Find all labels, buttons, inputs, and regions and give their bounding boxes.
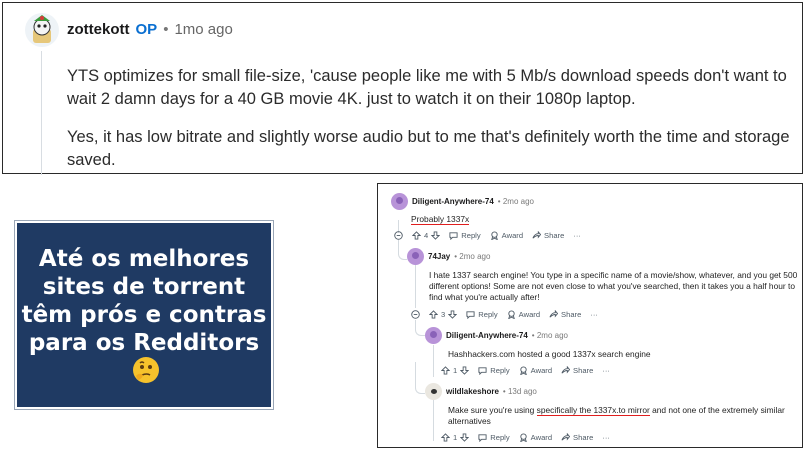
vote-count: 3 bbox=[441, 310, 446, 319]
downvote-icon[interactable] bbox=[460, 366, 470, 375]
vote-buttons[interactable]: 3 bbox=[429, 310, 458, 319]
reddit-thread-screenshot: Diligent-Anywhere-74 • 2mo ago Probably … bbox=[377, 183, 803, 448]
avatar[interactable] bbox=[425, 383, 442, 400]
share-icon bbox=[561, 366, 571, 374]
timestamp: • 2mo ago bbox=[531, 331, 568, 340]
collapse-button[interactable] bbox=[394, 231, 403, 240]
comment: Diligent-Anywhere-74 • 2mo ago bbox=[425, 327, 568, 344]
collapse-icon bbox=[394, 231, 403, 240]
avatar[interactable] bbox=[407, 248, 424, 265]
vote-buttons[interactable]: 1 bbox=[441, 433, 470, 442]
vote-buttons[interactable]: 1 bbox=[441, 366, 470, 375]
timestamp: • 2mo ago bbox=[454, 252, 491, 261]
upvote-icon[interactable] bbox=[429, 310, 438, 319]
award-icon bbox=[519, 366, 527, 375]
comment: wildlakeshore • 13d ago bbox=[425, 383, 537, 400]
collapse-icon bbox=[411, 310, 420, 319]
timestamp: • 13d ago bbox=[502, 387, 537, 396]
downvote-icon[interactable] bbox=[431, 231, 441, 240]
reply-button[interactable]: Reply bbox=[478, 366, 510, 375]
comment-paragraph: Yes, it has low bitrate and slightly wor… bbox=[67, 128, 790, 169]
award-icon bbox=[490, 231, 498, 240]
share-icon bbox=[561, 433, 571, 441]
award-button[interactable]: Award bbox=[519, 433, 552, 442]
thread-line[interactable] bbox=[433, 345, 434, 377]
award-button[interactable]: Award bbox=[507, 310, 540, 319]
more-options-button[interactable]: ··· bbox=[602, 366, 610, 375]
comment-body: YTS optimizes for small file-size, 'caus… bbox=[67, 65, 792, 187]
upvote-icon[interactable] bbox=[412, 231, 421, 240]
username[interactable]: zottekott bbox=[67, 21, 130, 38]
username[interactable]: wildlakeshore bbox=[446, 387, 499, 396]
share-button[interactable]: Share bbox=[549, 310, 581, 319]
comment: Diligent-Anywhere-74 • 2mo ago bbox=[391, 193, 534, 210]
reply-icon bbox=[449, 232, 458, 240]
reply-icon bbox=[478, 434, 487, 442]
username[interactable]: Diligent-Anywhere-74 bbox=[446, 331, 528, 340]
thread-line[interactable] bbox=[41, 51, 42, 175]
award-icon bbox=[507, 310, 515, 319]
top-comment-card: zottekott OP • 1mo ago YTS optimizes for… bbox=[2, 2, 803, 175]
share-icon bbox=[549, 310, 559, 318]
avatar[interactable] bbox=[425, 327, 442, 344]
op-badge: OP bbox=[135, 21, 158, 38]
more-options-button[interactable]: ··· bbox=[590, 310, 598, 319]
separator: • bbox=[163, 21, 169, 38]
comment-body: Make sure you're using specifically the … bbox=[448, 405, 785, 426]
downvote-icon[interactable] bbox=[448, 310, 458, 319]
comment-header: zottekott OP • 1mo ago bbox=[67, 21, 233, 38]
thread-line[interactable] bbox=[433, 395, 434, 441]
thread-connector bbox=[398, 240, 407, 260]
snoo-avatar-icon bbox=[33, 15, 51, 43]
highlighted-text: specifically the 1337x.to mirror bbox=[536, 405, 650, 416]
thread-connector bbox=[415, 362, 425, 394]
share-button[interactable]: Share bbox=[532, 231, 564, 240]
timestamp: • 2mo ago bbox=[497, 197, 534, 206]
downvote-icon[interactable] bbox=[460, 433, 470, 442]
user-avatar[interactable] bbox=[25, 13, 59, 47]
comment-body: Hashhackers.com hosted a good 1337x sear… bbox=[448, 349, 651, 359]
banner-text: Até os melhores sites de torrent têm pró… bbox=[21, 245, 267, 356]
username[interactable]: Diligent-Anywhere-74 bbox=[412, 197, 494, 206]
comment-actions: 4 Reply Award Share ··· bbox=[394, 231, 581, 240]
highlighted-text: Probably 1337x bbox=[411, 214, 470, 225]
reply-button[interactable]: Reply bbox=[478, 433, 510, 442]
share-icon bbox=[532, 231, 542, 239]
upvote-icon[interactable] bbox=[441, 433, 450, 442]
username[interactable]: 74Jay bbox=[428, 252, 450, 261]
thinking-face-emoji-icon bbox=[133, 356, 159, 383]
timestamp[interactable]: 1mo ago bbox=[174, 21, 232, 38]
headline-banner: Até os melhores sites de torrent têm pró… bbox=[15, 221, 273, 409]
upvote-icon[interactable] bbox=[441, 366, 450, 375]
share-button[interactable]: Share bbox=[561, 366, 593, 375]
thread-line[interactable] bbox=[415, 258, 416, 308]
collapse-button[interactable] bbox=[411, 310, 420, 319]
award-button[interactable]: Award bbox=[519, 366, 552, 375]
comment-body: Probably 1337x bbox=[411, 214, 470, 225]
comment-actions: 1 Reply Award Share ··· bbox=[441, 433, 610, 442]
vote-count: 4 bbox=[424, 231, 429, 240]
comment-body: I hate 1337 search engine! You type in a… bbox=[429, 270, 798, 302]
thread-connector bbox=[415, 320, 425, 336]
vote-count: 1 bbox=[453, 433, 458, 442]
avatar[interactable] bbox=[391, 193, 408, 210]
comment-actions: 3 Reply Award Share ··· bbox=[411, 310, 598, 319]
vote-buttons[interactable]: 4 bbox=[412, 231, 441, 240]
more-options-button[interactable]: ··· bbox=[573, 231, 581, 240]
vote-count: 1 bbox=[453, 366, 458, 375]
reply-button[interactable]: Reply bbox=[466, 310, 498, 319]
comment-actions: 1 Reply Award Share ··· bbox=[441, 366, 610, 375]
reply-icon bbox=[478, 367, 487, 375]
reply-icon bbox=[466, 311, 475, 319]
comment-paragraph: YTS optimizes for small file-size, 'caus… bbox=[67, 67, 787, 108]
reply-button[interactable]: Reply bbox=[449, 231, 481, 240]
award-icon bbox=[519, 433, 527, 442]
more-options-button[interactable]: ··· bbox=[602, 433, 610, 442]
comment: 74Jay • 2mo ago bbox=[407, 248, 490, 265]
award-button[interactable]: Award bbox=[490, 231, 523, 240]
share-button[interactable]: Share bbox=[561, 433, 593, 442]
